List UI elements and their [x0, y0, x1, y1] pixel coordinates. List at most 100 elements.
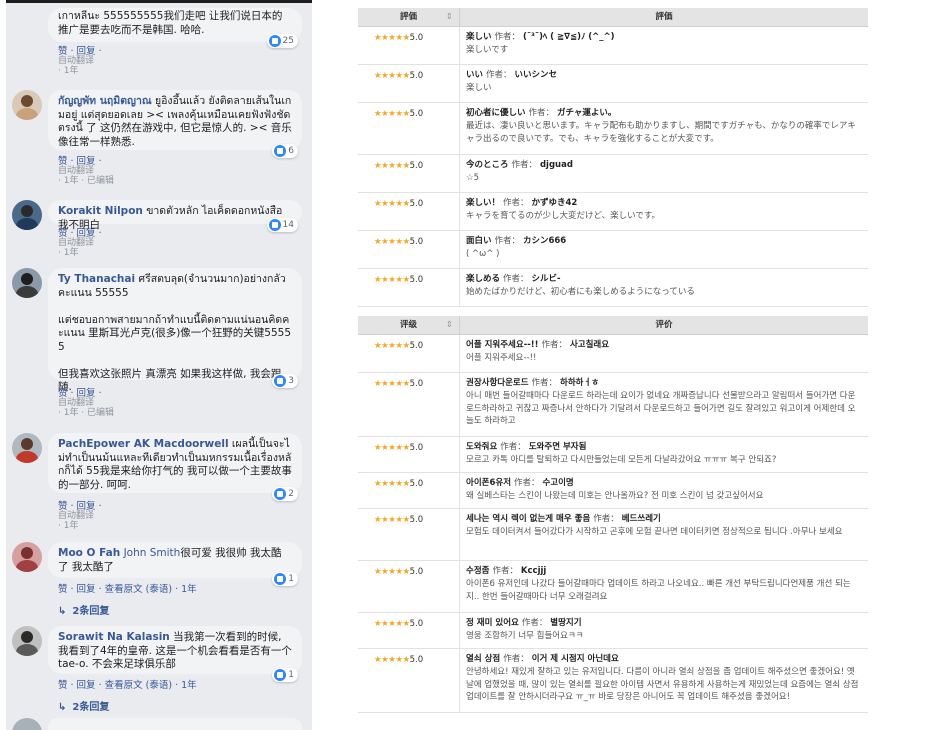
reaction-number: 3 [288, 376, 294, 386]
commenter-name[interactable]: Korakit Nilpon [58, 205, 143, 217]
comment-bubble: PachEpower AK Macdoorwell เผลนี้เป็นจะไม… [48, 433, 302, 501]
rating-score: 5.0 [409, 161, 424, 171]
view-replies-link[interactable]: ↳ 2条回复 [58, 698, 109, 713]
commenter-name[interactable]: Moo O Fah [58, 547, 120, 559]
rating-column-header[interactable]: 評価 ⇕ [358, 8, 460, 26]
review-row: ★★★★★5.0 今のところ 作者： djguad ☆5 [358, 155, 868, 193]
commenter-name[interactable]: กัญญพัท นฤมิตญาณ [58, 95, 152, 107]
avatar[interactable] [12, 268, 42, 298]
reaction-number: 2 [288, 489, 294, 499]
review-body: 楽しいです [466, 45, 509, 55]
star-rating-icon: ★★★★★ [374, 199, 410, 209]
rating-cell: ★★★★★5.0 [358, 65, 460, 102]
review-author: かずゆき42 [531, 198, 578, 208]
rating-score: 5.0 [409, 341, 424, 351]
review-title: 정 재미 있어요 [466, 618, 519, 628]
review-cell: 도와줘요 作者： 도와주면 부자됨 모르고 카톡 아디를 탈퇴하고 다시만들었는데… [460, 437, 868, 472]
star-rating-icon: ★★★★★ [374, 275, 410, 285]
reaction-count[interactable]: 3 [272, 374, 298, 388]
review-cell: 楽しめる 作者： シルビ- 始めたばかりだけど、初心者にも楽しめるようになっている [460, 269, 868, 306]
review-body: 어플 지워주세요--!! [466, 353, 537, 363]
avatar[interactable] [12, 90, 42, 120]
review-cell: 아이폰6유저 作者： 수고이명 왜 실베스타는 스킨이 나왔는데 미호는 안나올까… [460, 473, 868, 508]
star-rating-icon: ★★★★★ [374, 515, 410, 525]
review-row: ★★★★★5.0 いい 作者： いいシンセ 楽しい [358, 65, 868, 103]
rating-cell: ★★★★★5.0 [358, 561, 460, 612]
avatar[interactable] [12, 433, 42, 463]
star-rating-icon: ★★★★★ [374, 619, 410, 629]
author-label: 作者： [500, 442, 526, 452]
review-row: ★★★★★5.0 정 재미 있어요 作者： 별땅지기 영웅 조합하기 너무 힘들어요… [358, 613, 868, 649]
review-body: 모험도 데이터켜서 들어갔다가 시작하고 곤후에 모험 끝나면 데이터키면 정상… [466, 527, 843, 537]
table-header: 评级 ⇕ 评价 [358, 316, 868, 335]
rating-score: 5.0 [409, 275, 424, 285]
rating-cell: ★★★★★5.0 [358, 231, 460, 268]
commenter-name[interactable]: Ty Thanachai [58, 273, 135, 285]
review-author: 도와주면 부자됨 [528, 442, 587, 452]
review-title: 열쇠 상점 [466, 654, 501, 664]
rating-score: 5.0 [409, 109, 424, 119]
author-label: 作者： [531, 378, 558, 388]
reaction-count[interactable]: 1 [272, 668, 298, 682]
review-cell: 정 재미 있어요 作者： 별땅지기 영웅 조합하기 너무 힘들어요ㅋㅋ [460, 613, 868, 648]
rating-score: 5.0 [409, 515, 424, 525]
comment-time: · 1年 [58, 66, 79, 76]
reaction-count[interactable]: 1 [272, 572, 298, 586]
star-rating-icon: ★★★★★ [374, 237, 410, 247]
review-author: 베드쓰레기 [621, 514, 661, 524]
comment-actions[interactable]: 赞 · 回复 · 查看原文 (泰语) · 1年 [58, 584, 197, 595]
avatar[interactable] [12, 626, 42, 656]
review-title: 面白い [466, 236, 492, 246]
sort-icon[interactable]: ⇕ [446, 8, 453, 27]
author-label: 作者： [494, 236, 520, 246]
review-title: 楽しい！ [466, 198, 501, 208]
review-cell: いい 作者： いいシンセ 楽しい [460, 65, 868, 102]
comment-actions[interactable]: 赞 · 回复 · 查看原文 (泰语) · 1年 [58, 680, 197, 691]
review-row: ★★★★★5.0 수정좀 作者： Kccjjj 아이폰6 유저인데 나갔다 들어갈때… [358, 561, 868, 613]
author-label: 作者： [502, 274, 529, 284]
rating-score: 5.0 [409, 33, 424, 43]
commenter-name[interactable]: PachEpower AK Macdoorwell [58, 438, 229, 450]
comment-time: · 1年 [58, 521, 79, 531]
author-label: 作者： [593, 514, 619, 524]
review-title: 수정좀 [466, 566, 490, 576]
star-rating-icon: ★★★★★ [374, 71, 410, 81]
review-cell: 어플 지워주세요--!! 作者： 사고칠래요 어플 지워주세요--!! [460, 335, 868, 372]
review-title: 今のところ [466, 160, 509, 170]
replies-label: 2条回复 [72, 702, 110, 713]
avatar[interactable] [12, 200, 42, 230]
review-title: 권장사항다운로드 [466, 378, 529, 388]
review-row: ★★★★★5.0 권장사항다운로드 作者： 하하하ㅓㅎ 아니 매번 들어갈때마다 다… [358, 373, 868, 437]
sort-icon[interactable]: ⇕ [446, 316, 453, 335]
star-rating-icon: ★★★★★ [374, 341, 410, 351]
comment-time: · 1年 · 已编辑 [58, 176, 115, 186]
avatar[interactable] [12, 542, 42, 572]
rating-cell: ★★★★★5.0 [358, 103, 460, 154]
review-author: 수고이명 [542, 478, 574, 488]
star-rating-icon: ★★★★★ [374, 655, 410, 665]
table-header: 評価 ⇕ 評価 [358, 8, 868, 27]
reaction-count[interactable]: 25 [266, 34, 298, 48]
review-table-korean: 评级 ⇕ 评价 ★★★★★5.0 어플 지워주세요--!! 作者： 사고칠래요 어플 … [358, 316, 868, 713]
rating-score: 5.0 [409, 71, 424, 81]
reaction-count[interactable]: 6 [272, 144, 298, 158]
mention-link[interactable]: John Smith [124, 547, 181, 559]
review-body: 아이폰6 유저인데 나갔다 들어갈때마다 업데이트 하라고 나오네요.. 빠른 … [466, 579, 851, 602]
reaction-number: 14 [282, 220, 294, 230]
avatar[interactable] [12, 718, 42, 730]
like-icon [274, 669, 287, 681]
review-row: ★★★★★5.0 面白い 作者： カシン666 ( ^ω^ ) [358, 231, 868, 269]
view-replies-link[interactable]: ↳ 2条回复 [58, 602, 109, 617]
star-rating-icon: ★★★★★ [374, 567, 410, 577]
review-title: 初心者に優しい [466, 108, 526, 118]
like-icon [274, 573, 287, 585]
commenter-name[interactable]: Sorawit Na Kalasin [58, 631, 170, 643]
star-rating-icon: ★★★★★ [374, 443, 410, 453]
rating-column-header[interactable]: 评级 ⇕ [358, 316, 460, 334]
rating-cell: ★★★★★5.0 [358, 373, 460, 436]
review-title: いい [466, 70, 484, 80]
reaction-count[interactable]: 2 [272, 487, 298, 501]
reaction-count[interactable]: 14 [266, 218, 298, 232]
rating-cell: ★★★★★5.0 [358, 193, 460, 230]
comments-panel: เกาหลีนะ 555555555我们走吧 让我们说日本的推广是要去吃而不是韩… [6, 0, 312, 730]
